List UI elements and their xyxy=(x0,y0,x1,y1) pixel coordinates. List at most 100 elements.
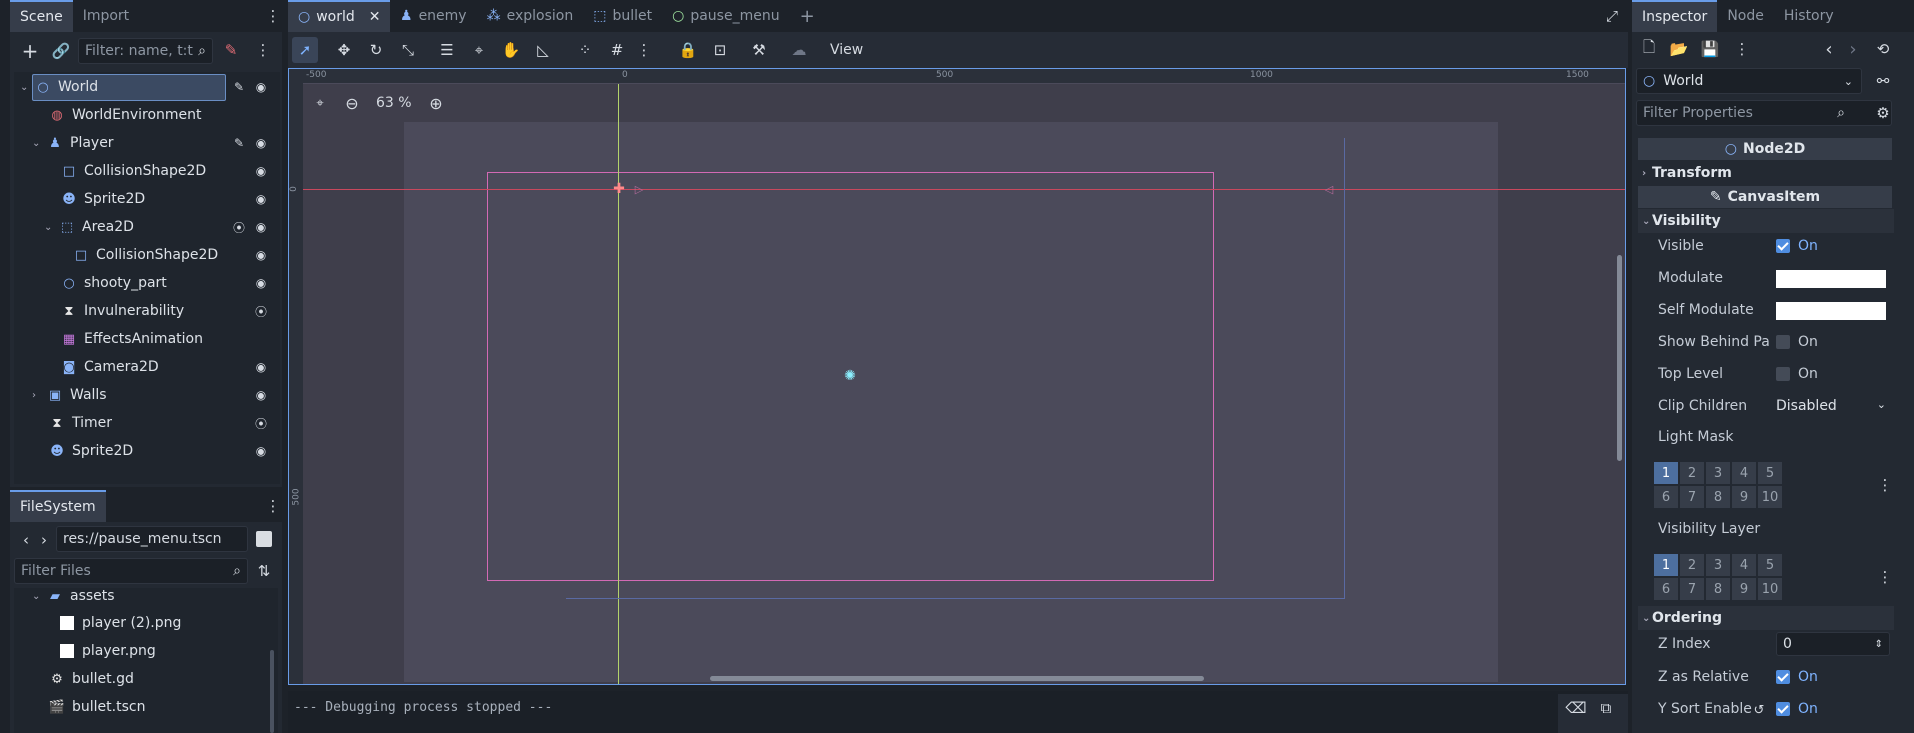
tab-bullet[interactable]: ⬚ bullet xyxy=(583,0,662,32)
layer-cell[interactable]: 9 xyxy=(1732,486,1756,508)
v-scrollbar[interactable] xyxy=(1617,255,1622,461)
script-attached-icon[interactable]: ✎ xyxy=(232,80,246,94)
clip-children-dropdown[interactable]: Disabled ⌄ xyxy=(1776,398,1890,414)
node-settings-icon[interactable]: ⚯ xyxy=(1874,72,1892,90)
layer-cell[interactable]: 7 xyxy=(1680,486,1704,508)
file-item-bullet-gd[interactable]: ⚙ bullet.gd xyxy=(48,665,260,693)
z-index-spinbox[interactable]: 0 ⇕ xyxy=(1776,632,1890,656)
clear-output-icon[interactable]: ⌫ xyxy=(1565,699,1586,717)
signal-icon[interactable]: ⦿ xyxy=(232,220,246,235)
layer-cell[interactable]: 4 xyxy=(1732,554,1756,576)
filter-files-input[interactable]: Filter Files ⌕ xyxy=(14,558,248,584)
layer-cell[interactable]: 9 xyxy=(1732,578,1756,600)
script-icon[interactable]: ✎ xyxy=(222,41,240,59)
bone-icon[interactable]: ⚒ xyxy=(748,39,770,61)
file-item-assets[interactable]: ⌄ ▰ assets xyxy=(32,582,262,610)
group-icon[interactable]: ⊡ xyxy=(709,39,731,61)
visibility-eye-icon[interactable]: ◉ xyxy=(254,388,268,402)
tree-item-camera2d[interactable]: ◙ Camera2D xyxy=(60,353,280,381)
visibility-eye-icon[interactable]: ◉ xyxy=(254,164,268,178)
tab-import[interactable]: Import xyxy=(73,0,139,32)
layer-cell[interactable]: 7 xyxy=(1680,578,1704,600)
new-resource-icon[interactable]: 🗋 xyxy=(1640,38,1658,58)
environment-gizmo-icon[interactable]: ✺ xyxy=(842,368,858,384)
view-menu[interactable]: View xyxy=(820,34,873,66)
copy-output-icon[interactable]: ⧉ xyxy=(1598,699,1614,717)
recent-history-icon[interactable]: ⟲ xyxy=(1874,40,1892,58)
zoom-level[interactable]: 63 % xyxy=(376,95,412,111)
tree-item-sprite2d-root[interactable]: ☻ Sprite2D xyxy=(48,437,280,465)
prop-visible-checkbox[interactable]: On xyxy=(1776,238,1818,254)
revert-icon[interactable]: ↺ xyxy=(1752,702,1766,718)
layer-cell[interactable]: 8 xyxy=(1706,578,1730,600)
tab-scene[interactable]: Scene xyxy=(10,0,73,32)
dock-menu-icon[interactable]: ⋮ xyxy=(266,7,281,25)
history-forward-icon[interactable]: › xyxy=(1846,39,1860,60)
zoom-out-icon[interactable]: ⊖ xyxy=(344,94,360,113)
layer-menu-icon[interactable]: ⋮ xyxy=(1878,476,1893,494)
visibility-eye-icon[interactable]: ◉ xyxy=(254,248,268,262)
prop-show-behind-checkbox[interactable]: On xyxy=(1776,334,1818,350)
section-ordering[interactable]: ⌄ Ordering xyxy=(1638,606,1894,630)
add-tab-icon[interactable]: + xyxy=(790,0,825,32)
signal-icon[interactable]: ⦿ xyxy=(254,416,268,431)
distraction-free-icon[interactable]: ⤢ xyxy=(1604,7,1620,25)
file-list-scrollbar[interactable] xyxy=(270,650,274,733)
layer-menu-icon[interactable]: ⋮ xyxy=(1878,568,1893,586)
file-item-player2-png[interactable]: player (2).png xyxy=(60,609,260,637)
tree-item-shooty-part[interactable]: ○ shooty_part xyxy=(60,269,280,297)
scene-menu-icon[interactable]: ⋮ xyxy=(256,41,271,59)
tab-enemy[interactable]: ♟ enemy xyxy=(390,0,477,32)
tab-node[interactable]: Node xyxy=(1717,0,1774,32)
close-icon[interactable]: ✕ xyxy=(369,9,381,25)
pivot-tool-icon[interactable]: ⌖ xyxy=(468,39,490,61)
tree-item-walls[interactable]: › ▣ Walls xyxy=(32,381,280,409)
layer-cell[interactable]: 6 xyxy=(1654,486,1678,508)
tab-filesystem[interactable]: FileSystem xyxy=(10,490,106,522)
layer-cell[interactable]: 10 xyxy=(1758,578,1782,600)
tab-history[interactable]: History xyxy=(1774,0,1844,32)
ruler-tool-icon[interactable]: ◺ xyxy=(532,39,554,61)
dock-menu-icon[interactable]: ⋮ xyxy=(266,497,281,515)
tree-item-collisionshape2d-child[interactable]: □ CollisionShape2D xyxy=(72,241,280,269)
layer-cell[interactable]: 10 xyxy=(1758,486,1782,508)
history-back-icon[interactable]: ‹ xyxy=(1822,39,1836,60)
prop-y-sort-checkbox[interactable]: On xyxy=(1776,701,1818,717)
select-tool-icon[interactable]: ➚ xyxy=(294,39,316,61)
tree-item-timer[interactable]: ⧗ Timer xyxy=(48,409,280,437)
inspector-menu-icon[interactable]: ⋮ xyxy=(1735,40,1750,58)
center-view-icon[interactable]: ⌖ xyxy=(312,95,328,111)
prop-z-relative-checkbox[interactable]: On xyxy=(1776,669,1818,685)
layer-cell[interactable]: 2 xyxy=(1680,554,1704,576)
layer-cell[interactable]: 5 xyxy=(1758,554,1782,576)
tab-world[interactable]: ○ world ✕ xyxy=(288,0,390,32)
visibility-eye-icon[interactable]: ◉ xyxy=(254,80,268,94)
tree-item-invulnerability[interactable]: ⧗ Invulnerability xyxy=(60,297,280,325)
save-icon[interactable]: 💾 xyxy=(1701,40,1720,58)
layer-cell[interactable]: 5 xyxy=(1758,462,1782,484)
sort-icon[interactable]: ⇅ xyxy=(256,562,272,580)
back-arrow-icon[interactable]: ‹ xyxy=(20,530,32,550)
list-select-icon[interactable]: ☰ xyxy=(436,39,458,61)
tree-item-worldenvironment[interactable]: ◍ WorldEnvironment xyxy=(48,101,280,129)
tab-pause-menu[interactable]: ○ pause_menu xyxy=(662,0,789,32)
visibility-eye-icon[interactable]: ◉ xyxy=(254,360,268,374)
self-modulate-color-swatch[interactable] xyxy=(1776,302,1886,320)
visibility-eye-icon[interactable]: ◉ xyxy=(254,276,268,290)
tree-item-collisionshape2d[interactable]: □ CollisionShape2D xyxy=(60,157,280,185)
visibility-eye-icon[interactable]: ◉ xyxy=(254,444,268,458)
add-node-icon[interactable]: + xyxy=(20,39,40,63)
layer-cell[interactable]: 1 xyxy=(1654,554,1678,576)
particles-icon[interactable]: ☁ xyxy=(788,39,810,61)
signal-icon[interactable]: ⦿ xyxy=(254,304,268,319)
layer-cell[interactable]: 1 xyxy=(1654,462,1678,484)
forward-arrow-icon[interactable]: › xyxy=(38,530,50,550)
snap-options-icon[interactable]: ⋮ xyxy=(637,39,652,61)
link-icon[interactable]: 🔗 xyxy=(52,42,71,60)
file-item-player-png[interactable]: player.png xyxy=(60,637,260,665)
origin-marker-icon[interactable]: ✚ xyxy=(612,181,626,197)
filesystem-path-input[interactable]: res://pause_menu.tscn xyxy=(56,526,248,552)
open-folder-icon[interactable]: 📂 xyxy=(1670,40,1689,58)
tree-item-sprite2d[interactable]: ☻ Sprite2D xyxy=(60,185,280,213)
layer-cell[interactable]: 2 xyxy=(1680,462,1704,484)
